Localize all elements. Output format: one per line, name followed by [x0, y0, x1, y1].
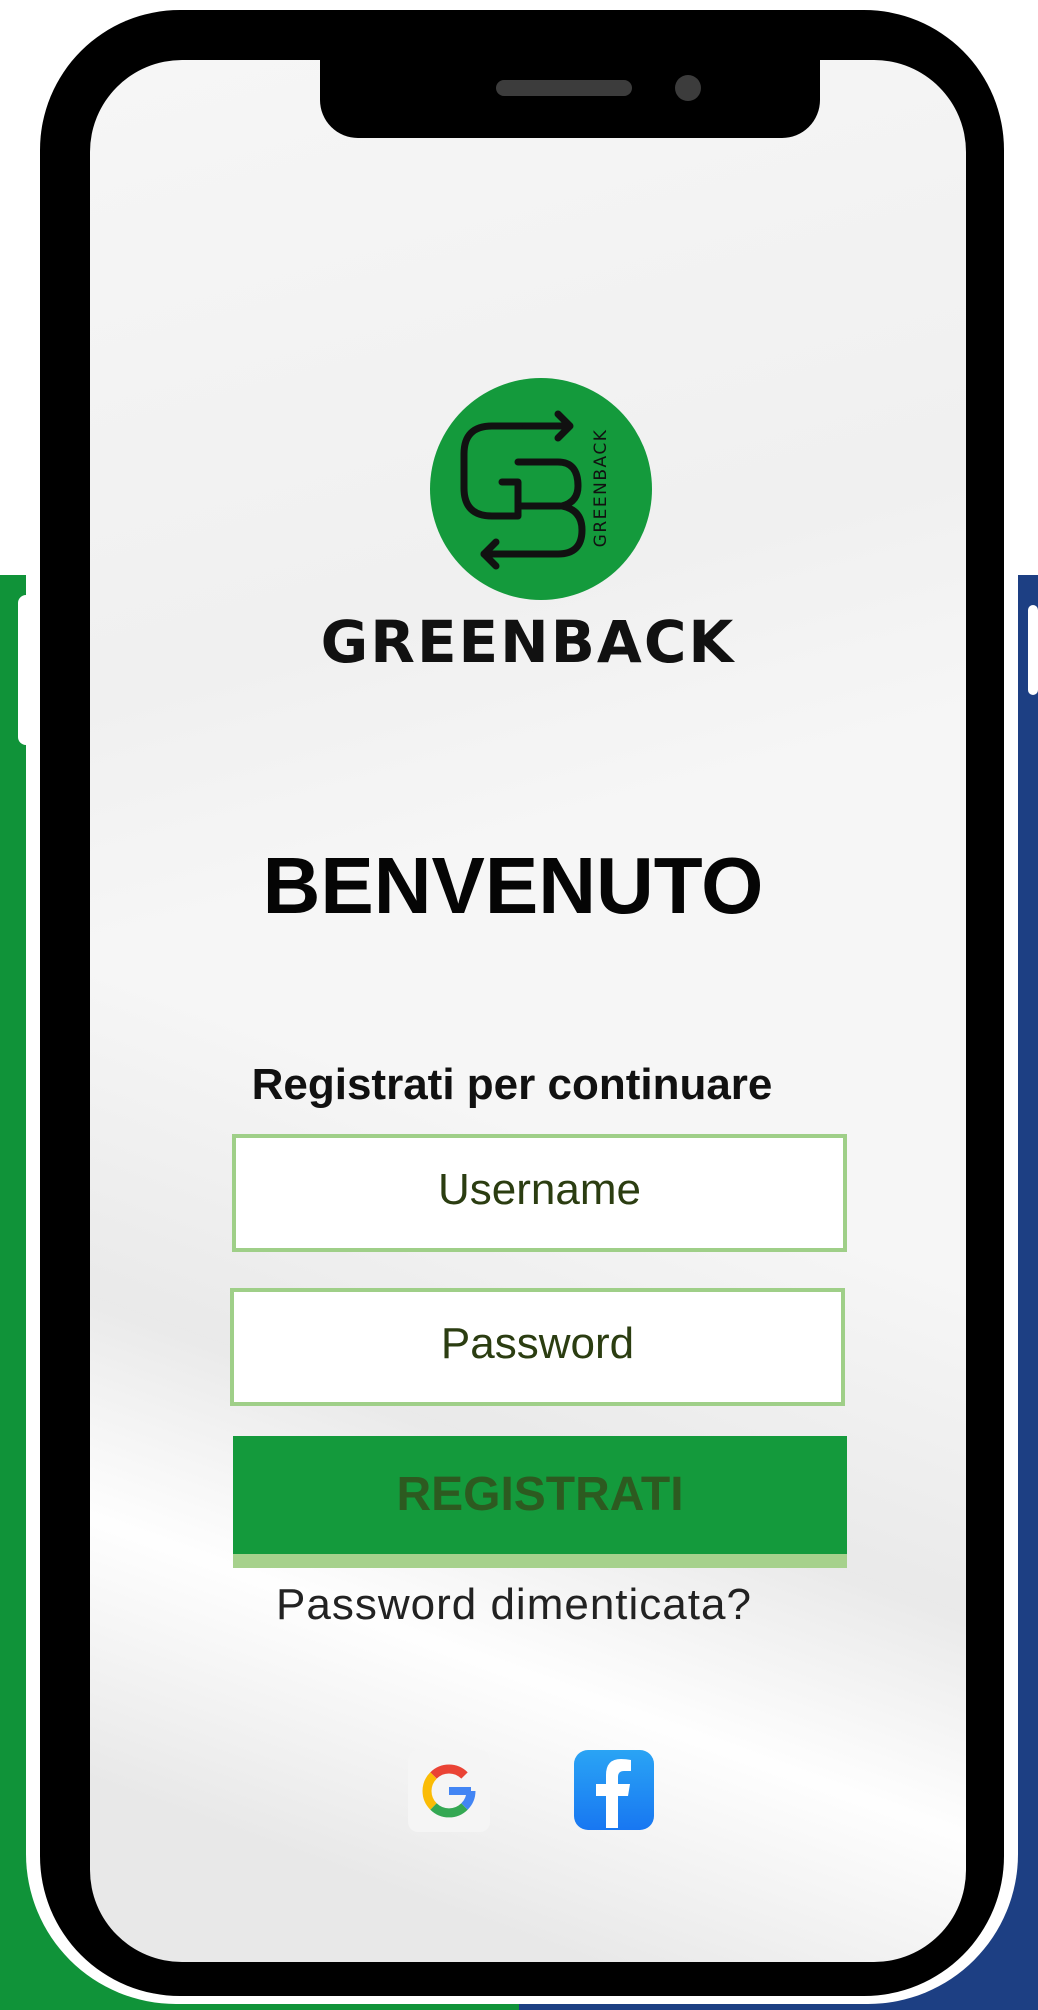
- password-placeholder: Password: [440, 1319, 635, 1368]
- welcome-title: BENVENUTO: [262, 841, 764, 930]
- page-canvas: GREENBACK GREENBACK BENVENUTO Registrati…: [0, 0, 1038, 2010]
- brand-name: GREENBACK: [320, 608, 736, 676]
- logo-mark-icon: GREENBACK: [460, 410, 611, 570]
- greenback-logo: GREENBACK: [430, 378, 652, 600]
- front-camera: [675, 75, 701, 101]
- speaker-grille: [496, 80, 632, 96]
- phone-notch: [320, 60, 820, 138]
- phone-frame: GREENBACK GREENBACK BENVENUTO Registrati…: [40, 10, 1004, 1996]
- facebook-icon: [596, 1759, 631, 1828]
- google-login-button[interactable]: [408, 1750, 490, 1832]
- register-subtitle: Registrati per continuare: [251, 1060, 773, 1109]
- register-button-label: REGISTRATI: [396, 1468, 684, 1521]
- register-button[interactable]: REGISTRATI: [233, 1436, 847, 1568]
- background-card-right: [1028, 605, 1038, 695]
- password-input[interactable]: Password: [230, 1288, 845, 1406]
- username-input[interactable]: Username: [232, 1134, 847, 1252]
- google-icon: [422, 1764, 476, 1818]
- facebook-login-button[interactable]: [574, 1750, 654, 1830]
- logo-vertical-text: GREENBACK: [591, 429, 611, 548]
- forgot-password-link[interactable]: Password dimenticata?: [90, 1580, 966, 1630]
- phone-screen: GREENBACK GREENBACK BENVENUTO Registrati…: [90, 60, 966, 1962]
- username-placeholder: Username: [438, 1165, 641, 1214]
